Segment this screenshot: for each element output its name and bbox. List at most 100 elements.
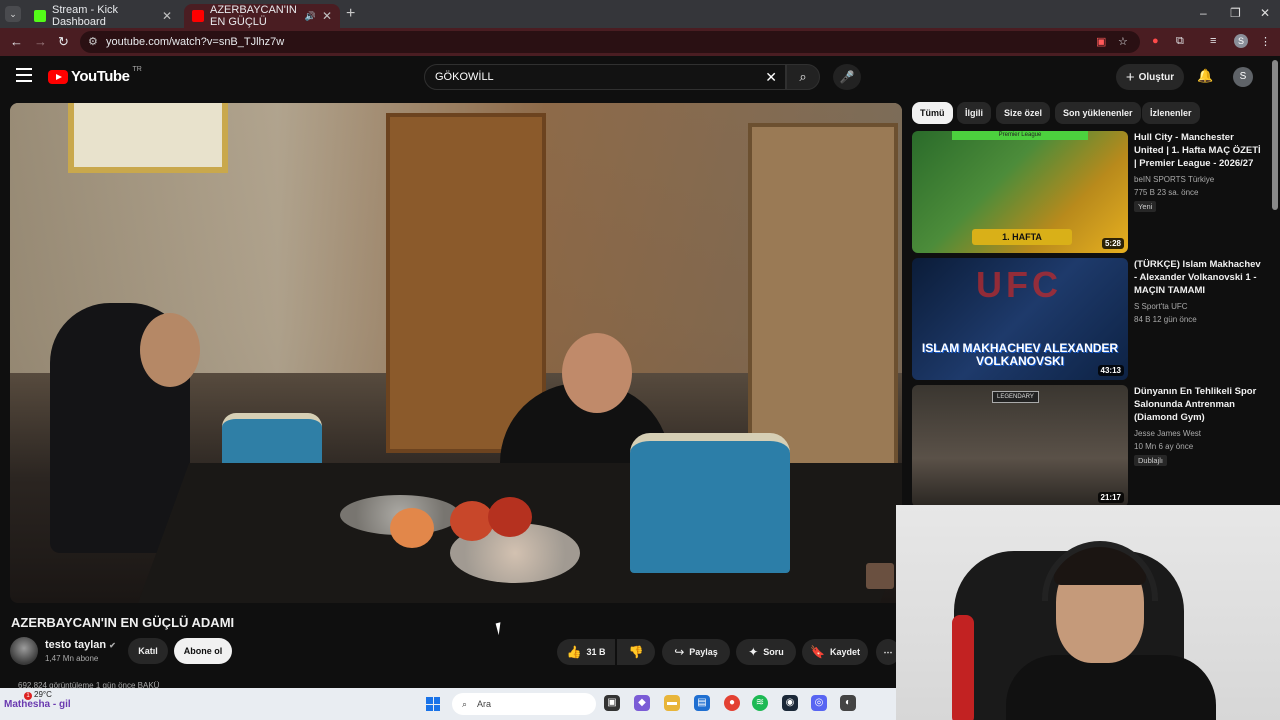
speaker-icon[interactable]: 🔊 [305, 11, 316, 22]
chip-all[interactable]: Tümü [912, 102, 953, 124]
more-dots-icon: ⋯ [883, 646, 893, 657]
video-person-left-head [140, 313, 200, 387]
account-avatar[interactable]: S [1233, 67, 1253, 87]
video-title[interactable]: Hull City - Manchester United | 1. Hafta… [1134, 131, 1262, 170]
subscribe-button[interactable]: Abone ol [174, 638, 232, 664]
dubbed-badge: Dublajlı [1134, 455, 1168, 466]
weather-widget[interactable]: 1 29°C Mathesha - gil [4, 690, 71, 710]
streamer-body [1006, 655, 1216, 720]
youtube-icon [192, 10, 204, 22]
country-code: TR [132, 66, 142, 73]
video-thumbnail[interactable]: Premier League 1. HAFTA 5:28 [912, 131, 1128, 253]
extension-badge-icon[interactable]: ● [1152, 35, 1159, 47]
video-thumbnail[interactable]: UFC ISLAM MAKHACHEV ALEXANDER VOLKANOVSK… [912, 258, 1128, 380]
thumbs-down-icon: 👎 [628, 645, 644, 659]
video-title[interactable]: (TÜRKÇE) Islam Makhachev - Alexander Vol… [1134, 258, 1262, 297]
gaming-chair-accent [952, 615, 974, 720]
channel-name[interactable]: Jesse James West [1134, 429, 1201, 438]
channel-name[interactable]: testo taylan ✔ [45, 639, 116, 651]
sparkle-icon: ✦ [748, 645, 759, 659]
app-icon[interactable]: ◐ [840, 695, 856, 711]
channel-name[interactable]: beIN SPORTS Türkiye [1134, 175, 1214, 184]
chip-recently-uploaded[interactable]: Son yüklenenler [1055, 102, 1141, 124]
search-input[interactable]: GÖKOWİLL ✕ [424, 64, 786, 90]
address-bar[interactable]: ⚙ youtube.com/watch?v=snB_TJlhz7w [80, 31, 1140, 53]
recommended-video[interactable]: UFC ISLAM MAKHACHEV ALEXANDER VOLKANOVSK… [912, 258, 1262, 382]
reload-icon[interactable]: ↻ [58, 34, 69, 50]
close-window-icon[interactable]: ✕ [1260, 6, 1270, 20]
webcam-overlay [896, 505, 1280, 720]
back-arrow-icon[interactable]: ← [10, 34, 23, 49]
tab-list-button[interactable]: ⌄ [5, 6, 21, 22]
search-button[interactable]: ⌕ [786, 64, 820, 90]
steam-icon[interactable]: ◉ [782, 695, 798, 711]
create-button[interactable]: + Oluştur [1116, 64, 1184, 90]
video-thumbnail[interactable]: LEGENDARY 21:17 [912, 385, 1128, 507]
share-arrow-icon: ↪ [674, 645, 685, 659]
chip-for-you[interactable]: Size özel [996, 102, 1051, 124]
save-label: Kaydet [829, 647, 860, 657]
thumbnail-caption: LEGENDARY [992, 391, 1039, 403]
file-explorer-icon[interactable]: ▬ [664, 695, 680, 711]
forward-arrow-icon[interactable]: → [34, 34, 47, 49]
search-placeholder: Ara [477, 699, 492, 709]
voice-search-button[interactable]: 🎤 [833, 64, 861, 90]
video-meta: 84 B 12 gün önce [1134, 315, 1197, 324]
video-duration: 43:13 [1097, 365, 1124, 376]
site-info-icon[interactable]: ⚙ [88, 35, 98, 48]
store-icon[interactable]: ▤ [694, 695, 710, 711]
recommended-video[interactable]: Premier League 1. HAFTA 5:28 Hull City -… [912, 131, 1262, 255]
windows-start-icon[interactable] [426, 697, 440, 711]
video-title[interactable]: Dünyanın En Tehlikeli Spor Salonunda Ant… [1134, 385, 1262, 424]
chip-watched[interactable]: İzlenenler [1142, 102, 1200, 124]
copilot-icon[interactable]: ◆ [634, 695, 650, 711]
recommended-video[interactable]: LEGENDARY 21:17 Dünyanın En Tehlikeli Sp… [912, 385, 1262, 509]
share-button[interactable]: ↪ Paylaş [662, 639, 730, 665]
dislike-button[interactable]: 👎 [617, 639, 655, 665]
save-button[interactable]: 🔖 Kaydet [802, 639, 868, 665]
channel-watermark[interactable] [866, 563, 894, 589]
notifications-bell-icon[interactable]: 🔔 [1197, 68, 1213, 84]
thumbnail-caption: ISLAM MAKHACHEV ALEXANDER VOLKANOVSKI [921, 341, 1119, 368]
logo-text: YouTube [71, 68, 130, 85]
verified-check-icon: ✔ [109, 641, 116, 650]
url-text: youtube.com/watch?v=snB_TJlhz7w [106, 36, 285, 48]
hamburger-menu-icon[interactable] [16, 68, 32, 82]
menu-kebab-icon[interactable]: ⋮ [1260, 35, 1271, 48]
thumbs-up-icon: 👍 [566, 645, 582, 659]
new-tab-button[interactable]: + [346, 5, 355, 23]
chip-related[interactable]: İlgili [957, 102, 991, 124]
like-button[interactable]: 👍 31 B [557, 639, 615, 665]
channel-name[interactable]: S Sport'ta UFC [1134, 302, 1188, 311]
browser-profile-avatar[interactable]: S [1234, 34, 1248, 48]
thumbnail-league-label: Premier League [952, 131, 1088, 140]
spotify-icon[interactable]: ≋ [752, 695, 768, 711]
channel-avatar[interactable] [10, 637, 38, 665]
bookmark-star-icon[interactable]: ☆ [1118, 35, 1128, 48]
minimize-icon[interactable]: – [1200, 6, 1207, 20]
taskbar-search[interactable]: ⌕ Ara [452, 693, 596, 715]
media-control-icon[interactable]: ≡ [1210, 35, 1216, 47]
tab-youtube-video[interactable]: AZERBAYCAN'IN EN GÜÇLÜ 🔊 ✕ [184, 4, 340, 28]
page-scrollbar[interactable] [1272, 60, 1278, 210]
tab-kick-dashboard[interactable]: Stream - Kick Dashboard ✕ [26, 4, 180, 28]
ask-button[interactable]: ✦ Soru [736, 639, 796, 665]
news-ticker: Mathesha - gil [4, 699, 71, 710]
join-button[interactable]: Katıl [128, 638, 168, 664]
chrome-icon[interactable]: ● [724, 695, 740, 711]
video-scene-fruit [450, 501, 494, 541]
restore-icon[interactable]: ❐ [1230, 6, 1241, 20]
close-icon[interactable]: ✕ [162, 9, 172, 23]
youtube-logo[interactable]: YouTube TR [48, 66, 142, 85]
video-scene-frame [68, 103, 228, 173]
task-view-icon[interactable]: ▣ [604, 695, 620, 711]
bookmark-icon: 🔖 [810, 645, 825, 659]
extensions-puzzle-icon[interactable]: ⧉ [1176, 35, 1184, 48]
video-player[interactable] [10, 103, 902, 603]
clear-search-icon[interactable]: ✕ [765, 69, 777, 86]
like-count: 31 B [586, 647, 606, 657]
close-icon[interactable]: ✕ [322, 9, 332, 23]
extension-icon[interactable]: ▣ [1096, 35, 1106, 48]
discord-icon[interactable]: ◎ [811, 695, 827, 711]
windows-taskbar: 1 29°C Mathesha - gil ⌕ Ara ▣ ◆ ▬ ▤ ● ≋ … [0, 688, 896, 720]
